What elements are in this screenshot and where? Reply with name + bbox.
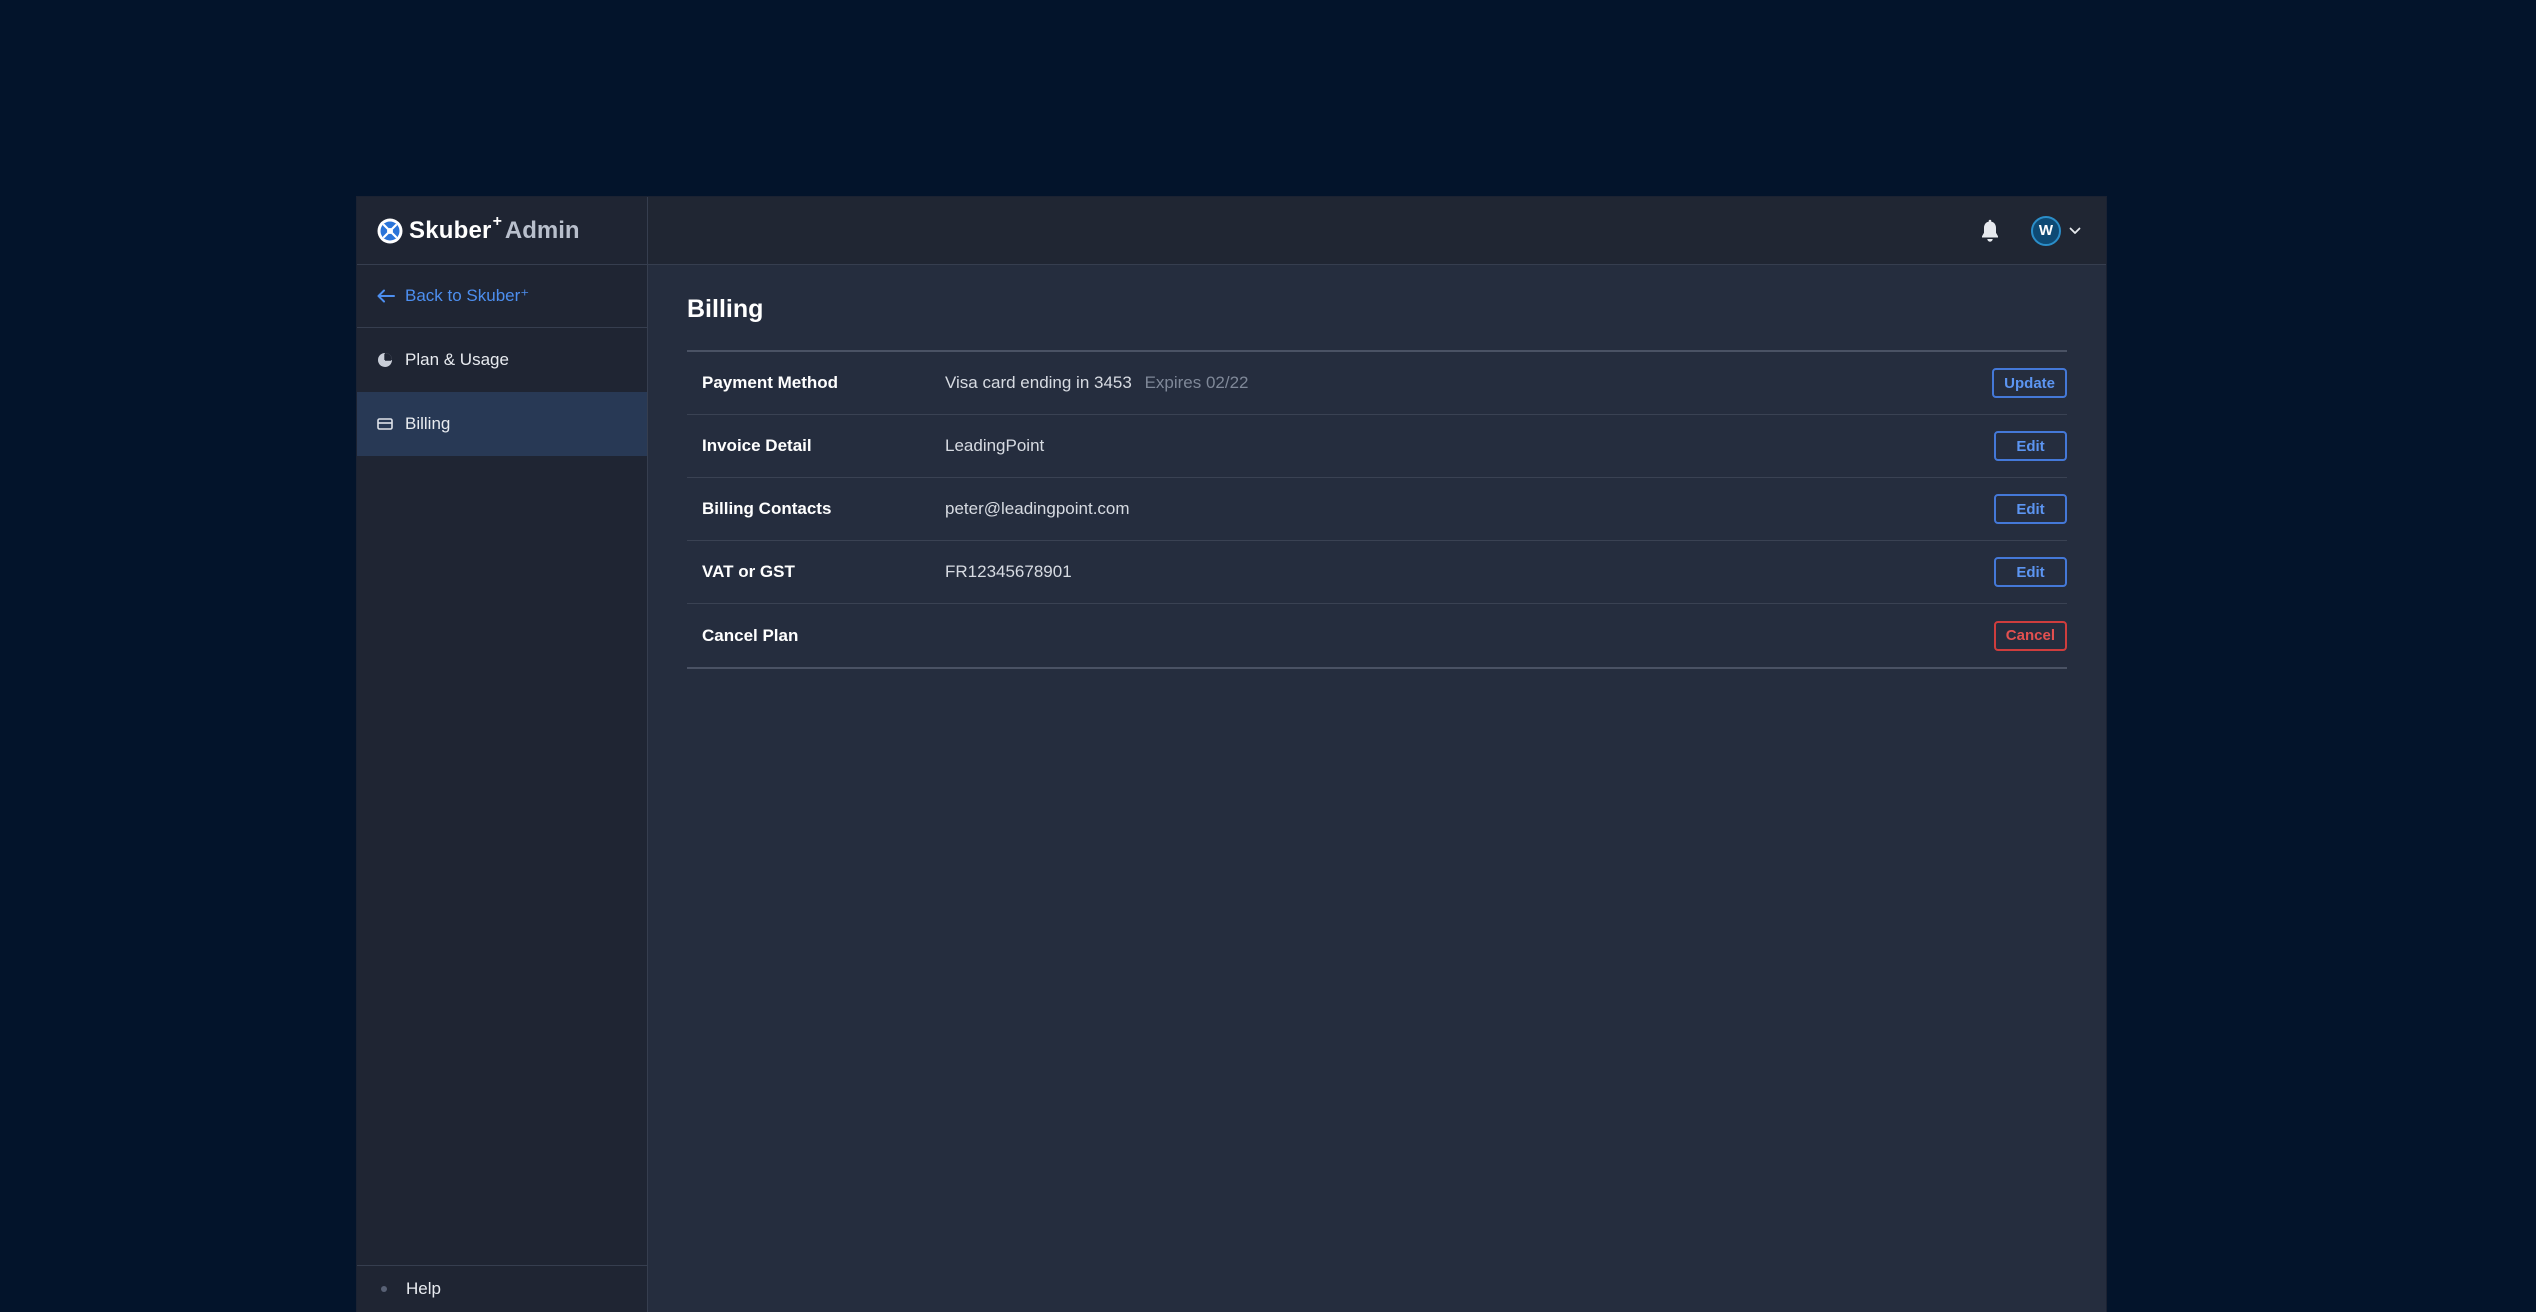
back-to-skuber-link[interactable]: Back to Skuber⁺ [357,265,647,328]
help-dot-icon [381,1286,387,1292]
billing-settings-list: Payment Method Visa card ending in 3453 … [687,350,2067,669]
row-value: FR12345678901 [945,562,1072,581]
row-label: Payment Method [702,373,839,392]
skuber-logo-icon [377,218,403,243]
billing-row-invoice-detail: Invoice Detail LeadingPoint Edit [687,415,2067,478]
back-link-label: Back to Skuber⁺ [405,286,530,305]
chevron-down-icon [2069,227,2081,234]
row-value: Visa card ending in 3453 Expires 02/22 [945,373,1992,393]
admin-window: Skuber + Admin Back to Skuber⁺ Plan & Us… [357,197,2106,1312]
billing-row-vat-gst: VAT or GST FR12345678901 Edit [687,541,2067,604]
payment-card-text: Visa card ending in 3453 [945,373,1132,392]
user-menu[interactable]: W [2031,215,2081,246]
credit-card-icon [377,418,393,430]
row-label: Invoice Detail [702,436,812,455]
arrow-left-icon [377,289,395,303]
row-label: Cancel Plan [702,625,799,645]
billing-row-cancel-plan: Cancel Plan Cancel [687,604,2067,667]
billing-row-payment-method: Payment Method Visa card ending in 3453 … [687,352,2067,415]
billing-content: Billing Payment Method Visa card ending … [648,265,2106,669]
sidebar-item-plan-usage[interactable]: Plan & Usage [357,328,647,392]
edit-billing-contacts-button[interactable]: Edit [1994,494,2067,524]
sidebar-item-billing[interactable]: Billing [357,392,647,456]
main-area: W Billing Payment Method Visa card endin… [648,197,2106,1312]
brand-name: Skuber [409,216,492,244]
row-label: Billing Contacts [702,499,832,518]
brand-logo[interactable]: Skuber + Admin [357,197,647,265]
help-link[interactable]: Help [357,1265,647,1312]
row-label: VAT or GST [702,562,795,581]
row-value: peter@leadingpoint.com [945,499,1130,518]
help-label: Help [406,1279,441,1298]
brand-plus: + [492,212,502,230]
page-title: Billing [687,295,764,323]
sidebar-item-label: Plan & Usage [405,350,509,369]
card-expiry-text: Expires 02/22 [1144,373,1249,392]
billing-row-billing-contacts: Billing Contacts peter@leadingpoint.com … [687,478,2067,541]
row-value: LeadingPoint [945,436,1045,455]
topbar: W [648,197,2106,265]
edit-vat-gst-button[interactable]: Edit [1994,557,2067,587]
sidebar: Skuber + Admin Back to Skuber⁺ Plan & Us… [357,197,648,1312]
brand-suffix: Admin [504,216,580,244]
pie-chart-icon [378,353,392,367]
sidebar-item-label: Billing [405,414,451,433]
update-payment-button[interactable]: Update [1992,368,2067,398]
cancel-plan-button[interactable]: Cancel [1993,620,2067,651]
avatar: W [2031,215,2061,246]
edit-invoice-detail-button[interactable]: Edit [1994,431,2067,461]
bell-icon[interactable] [1979,219,2001,243]
